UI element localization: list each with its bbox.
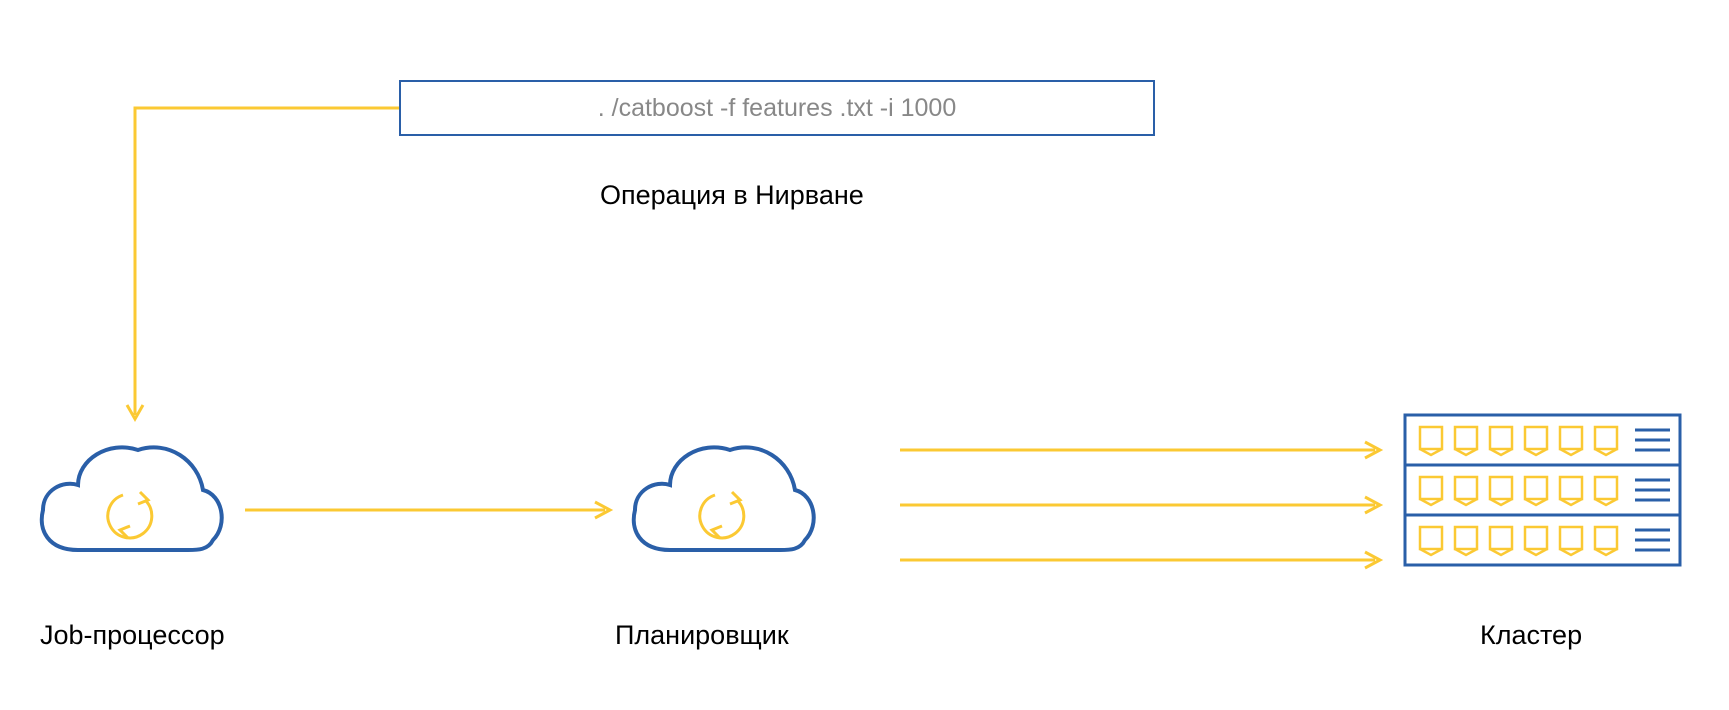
cloud-scheduler-icon — [620, 430, 820, 580]
cluster-label: Кластер — [1480, 620, 1582, 651]
command-text: . /catboost -f features .txt -i 1000 — [598, 94, 957, 123]
operation-label: Операция в Нирване — [600, 180, 864, 211]
job-processor-label: Job-процессор — [40, 620, 225, 651]
cluster-icon — [1400, 400, 1690, 580]
cloud-job-processor-icon — [28, 430, 228, 580]
command-box: . /catboost -f features .txt -i 1000 — [399, 80, 1155, 136]
scheduler-label: Планировщик — [615, 620, 789, 651]
